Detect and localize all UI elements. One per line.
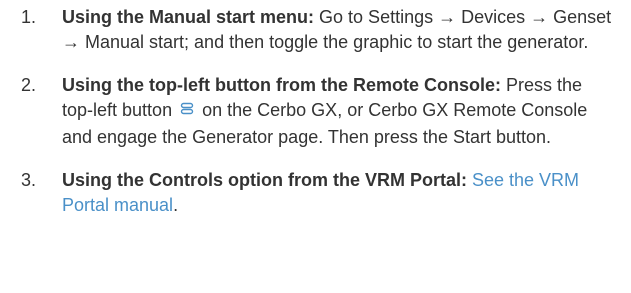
step-number: 2.: [21, 75, 37, 95]
step-lead: Using the Manual start menu:: [62, 7, 315, 27]
step-number: 1.: [21, 7, 37, 27]
step-number: 3.: [21, 170, 37, 190]
step-lead: Using the top-left button from the Remot…: [62, 75, 501, 95]
step-text: .: [173, 195, 179, 215]
list-item: 1. Using the Manual start menu: Go to Se…: [0, 0, 631, 55]
list-item: 2. Using the top-left button from the Re…: [0, 73, 631, 150]
menu-button-icon: [180, 100, 194, 125]
instruction-list: 1. Using the Manual start menu: Go to Se…: [0, 0, 631, 218]
list-item: 3. Using the Controls option from the VR…: [0, 168, 631, 218]
step-lead: Using the Controls option from the VRM P…: [62, 170, 467, 190]
